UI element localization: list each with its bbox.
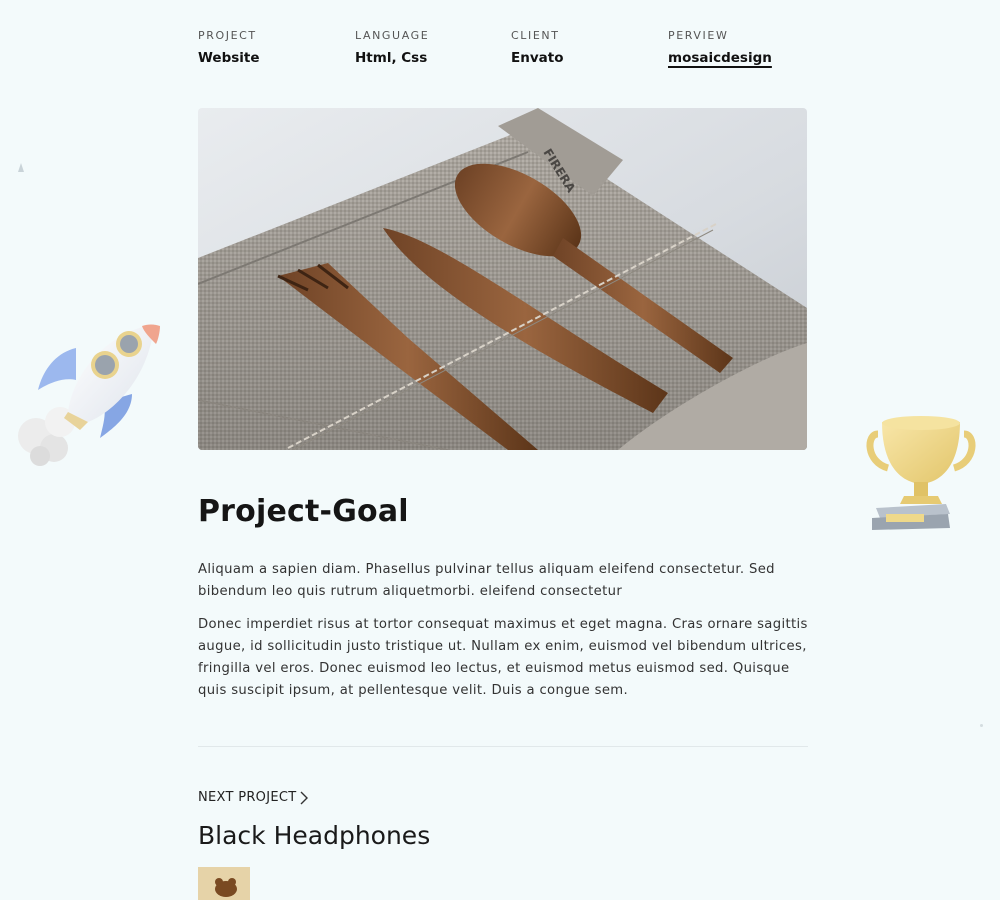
next-project-link[interactable]: NEXT PROJECT xyxy=(198,789,296,807)
meta-project: PROJECT Website xyxy=(198,29,260,67)
meta-label: PROJECT xyxy=(198,29,257,42)
meta-value: Html, Css xyxy=(355,50,428,66)
meta-language: LANGUAGE Html, Css xyxy=(355,29,429,67)
meta-label: LANGUAGE xyxy=(355,29,430,42)
decor-speck xyxy=(18,163,24,172)
hero-image: FIRERA xyxy=(198,108,807,450)
goal-paragraph: Donec imperdiet risus at tortor consequa… xyxy=(198,617,808,698)
next-project-thumbnail[interactable] xyxy=(198,867,250,900)
trophy-illustration xyxy=(866,416,976,530)
chevron-right-icon[interactable] xyxy=(297,789,311,807)
meta-client: CLIENT Envato xyxy=(511,29,563,67)
decor-speck xyxy=(980,724,983,727)
preview-link[interactable]: mosaicdesign xyxy=(668,49,772,67)
meta-label: CLIENT xyxy=(511,29,560,42)
meta-value: Envato xyxy=(511,50,564,66)
rocket-illustration xyxy=(18,324,160,466)
goal-paragraph: Aliquam a sapien diam. Phasellus pulvina… xyxy=(198,562,775,599)
divider xyxy=(198,746,808,747)
meta-value: Website xyxy=(198,50,260,66)
meta-label: PERVIEW xyxy=(668,29,729,42)
next-project-title[interactable]: Black Headphones xyxy=(198,819,430,853)
meta-preview: PERVIEW mosaicdesign xyxy=(668,29,772,67)
section-title: Project-Goal xyxy=(198,494,409,529)
project-meta: PROJECT Website LANGUAGE Html, Css CLIEN… xyxy=(198,29,818,73)
